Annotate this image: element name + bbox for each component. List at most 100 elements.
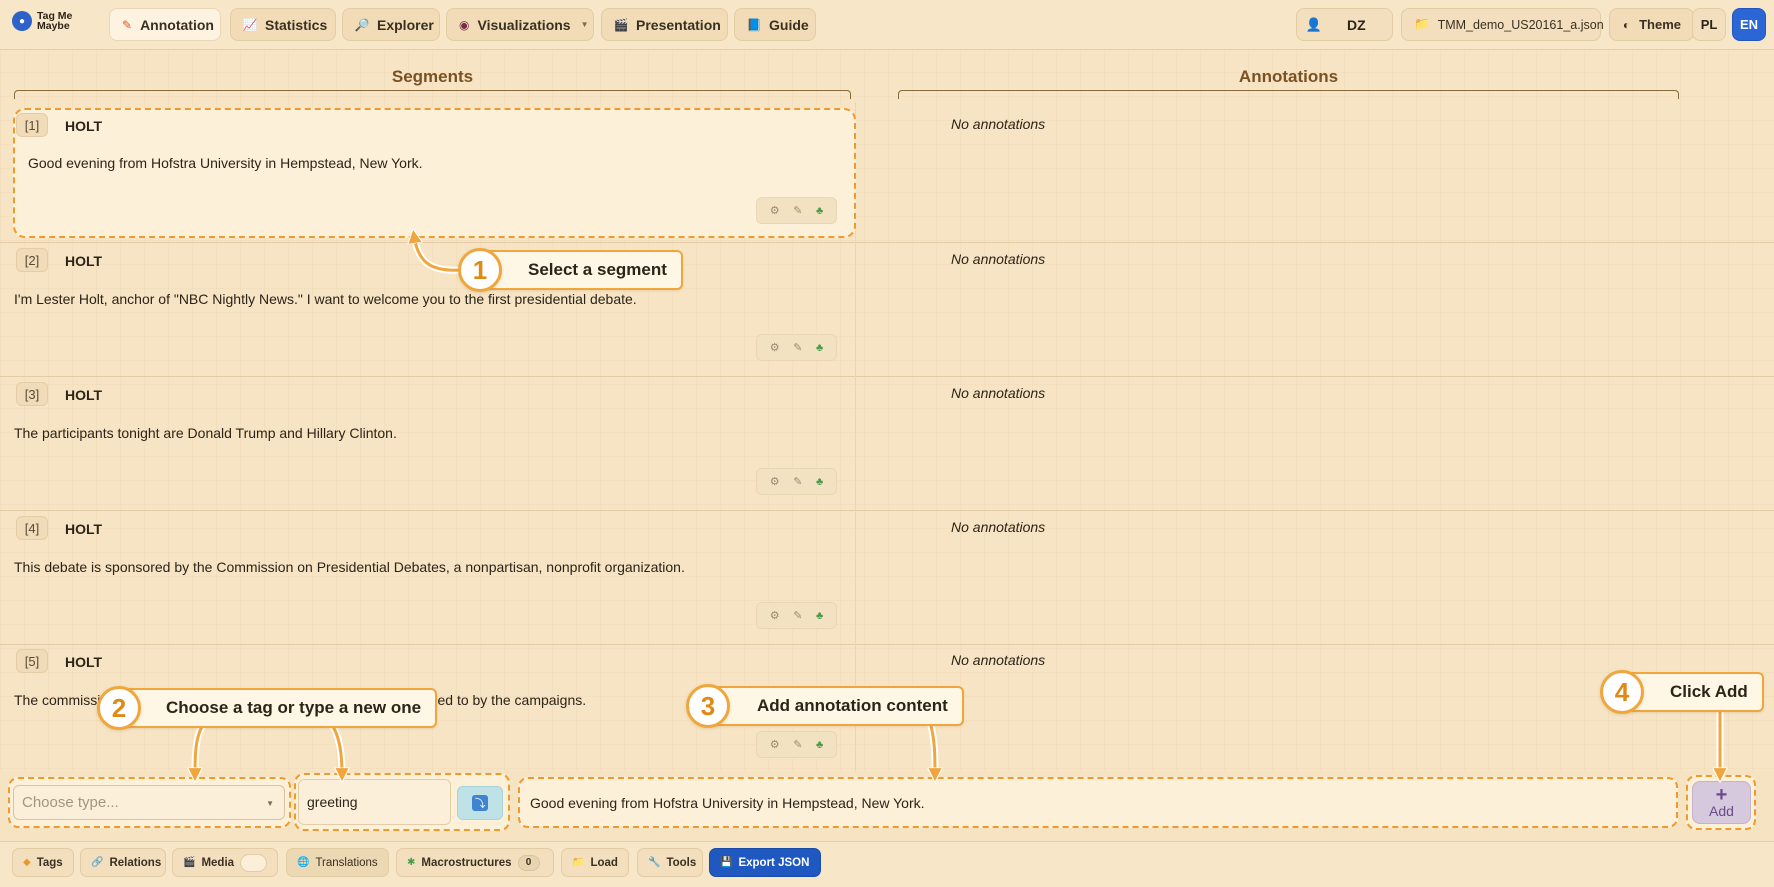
- file-name: TMM_demo_US20161_a.json: [1437, 17, 1604, 32]
- step-3-badge: 3: [686, 684, 730, 728]
- macrostructures-count: 0: [517, 854, 540, 871]
- user-menu[interactable]: 👤 DZ: [1296, 8, 1393, 41]
- no-annotations-label: No annotations: [951, 519, 1046, 535]
- gear-icon[interactable]: ⚙: [770, 475, 780, 488]
- chevron-down-icon: ▼: [266, 799, 274, 808]
- structure-icon: ✱: [407, 857, 416, 868]
- relations-label: Relations: [109, 856, 162, 869]
- segment-tools: ⚙ ✎ ♣: [756, 731, 837, 758]
- gear-icon[interactable]: ⚙: [770, 204, 780, 217]
- tools-label: Tools: [666, 856, 697, 869]
- tab-visualizations[interactable]: ◉ Visualizations ▼: [446, 8, 594, 41]
- segment-speaker: HOLT: [65, 521, 103, 537]
- chart-icon: 📈: [242, 17, 258, 32]
- tree-icon[interactable]: ♣: [816, 739, 823, 751]
- content-input[interactable]: Good evening from Hofstra University in …: [518, 777, 1678, 828]
- segment-text[interactable]: This debate is sponsored by the Commissi…: [14, 559, 685, 575]
- media-toggle[interactable]: [240, 853, 267, 872]
- gear-icon[interactable]: ⚙: [770, 738, 780, 751]
- macrostructures-button[interactable]: ✱ Macrostructures 0: [396, 848, 554, 877]
- export-json-button[interactable]: 💾 Export JSON: [709, 848, 821, 877]
- chevron-down-icon: ▼: [580, 20, 589, 29]
- enter-icon: ⤵: [472, 795, 488, 811]
- type-select[interactable]: Choose type... ▼: [13, 785, 285, 820]
- lang-en-button[interactable]: EN: [1732, 8, 1766, 41]
- segments-header: Segments: [391, 67, 474, 86]
- no-annotations-label: No annotations: [951, 385, 1046, 401]
- tab-label: Explorer: [377, 16, 434, 33]
- tag-submit-button[interactable]: ⤵: [457, 786, 503, 820]
- pencil-icon[interactable]: ✎: [793, 738, 802, 751]
- tab-label: Presentation: [636, 16, 721, 33]
- tab-label: Annotation: [140, 16, 214, 33]
- macrostructures-label: Macrostructures: [421, 856, 512, 869]
- relations-button[interactable]: 🔗 Relations: [80, 848, 166, 877]
- theme-toggle[interactable]: ◐ Theme: [1609, 8, 1694, 41]
- tree-icon[interactable]: ♣: [816, 342, 823, 354]
- segment-text[interactable]: The commissi: [14, 692, 100, 708]
- book-icon: 📘: [746, 17, 762, 32]
- globe-icon: 🌐: [297, 857, 310, 868]
- tag-input-value: greeting: [307, 794, 358, 810]
- tags-button[interactable]: ◆ Tags: [12, 848, 74, 877]
- segment-tools: ⚙ ✎ ♣: [756, 602, 837, 629]
- step-2-badge: 2: [97, 686, 141, 730]
- gear-icon[interactable]: ⚙: [770, 609, 780, 622]
- pencil-icon[interactable]: ✎: [793, 609, 802, 622]
- callout-step-2: Choose a tag or type a new one: [108, 688, 438, 728]
- media-button[interactable]: 🎬 Media: [172, 848, 278, 877]
- location-pin-icon: ●: [12, 11, 32, 31]
- user-initials: DZ: [1347, 16, 1366, 33]
- wrench-icon: 🔧: [648, 857, 661, 868]
- selected-segment-highlight[interactable]: [13, 108, 856, 238]
- tab-guide[interactable]: 📘 Guide: [734, 8, 816, 41]
- pencil-icon[interactable]: ✎: [793, 341, 802, 354]
- file-picker[interactable]: 📁 TMM_demo_US20161_a.json: [1401, 8, 1604, 41]
- add-button[interactable]: + Add: [1692, 781, 1751, 824]
- lang-pl-button[interactable]: PL: [1692, 8, 1726, 41]
- app-logo[interactable]: ● Tag Me Maybe: [12, 11, 87, 31]
- tree-icon[interactable]: ♣: [816, 205, 823, 217]
- content-input-value: Good evening from Hofstra University in …: [530, 794, 925, 811]
- arrow-step-2a: [195, 720, 207, 775]
- tab-presentation[interactable]: 🎬 Presentation: [601, 8, 728, 41]
- segment-text[interactable]: I'm Lester Holt, anchor of "NBC Nightly …: [14, 291, 637, 307]
- tag-input[interactable]: greeting: [298, 779, 451, 825]
- save-icon: 💾: [720, 857, 733, 868]
- no-annotations-label: No annotations: [951, 652, 1046, 668]
- segment-speaker: HOLT: [65, 253, 103, 269]
- tab-label: Visualizations: [477, 16, 571, 33]
- callout-label: Choose a tag or type a new one: [166, 698, 422, 717]
- tree-icon[interactable]: ♣: [816, 610, 823, 622]
- tools-button[interactable]: 🔧 Tools: [637, 848, 703, 877]
- segment-speaker: HOLT: [65, 118, 103, 134]
- row-divider: [0, 510, 1774, 511]
- callout-label: Add annotation content: [757, 696, 948, 715]
- segment-text[interactable]: The participants tonight are Donald Trum…: [14, 425, 397, 441]
- row-divider: [0, 242, 1774, 243]
- tab-explorer[interactable]: 🔎 Explorer: [342, 8, 440, 41]
- pencil-icon[interactable]: ✎: [793, 475, 802, 488]
- pencil-icon: ✎: [122, 17, 133, 32]
- segment-number: [2]: [16, 248, 48, 272]
- segment-number: [5]: [16, 649, 48, 673]
- half-circle-icon: ◐: [1622, 17, 1631, 32]
- segment-text[interactable]: Good evening from Hofstra University in …: [28, 155, 423, 171]
- tab-annotation[interactable]: ✎ Annotation: [109, 8, 221, 41]
- tab-statistics[interactable]: 📈 Statistics: [230, 8, 336, 41]
- no-annotations-label: No annotations: [951, 116, 1046, 132]
- segment-tools: ⚙ ✎ ♣: [756, 197, 837, 224]
- pencil-icon[interactable]: ✎: [793, 204, 802, 217]
- segment-number: [3]: [16, 382, 48, 406]
- tree-icon[interactable]: ♣: [816, 476, 823, 488]
- film-icon: 🎬: [183, 857, 196, 868]
- folder-icon: 📁: [572, 857, 585, 868]
- annotations-header: Annotations: [1238, 67, 1339, 86]
- clapper-icon: 🎬: [613, 17, 629, 32]
- type-select-placeholder: Choose type...: [22, 794, 119, 811]
- load-button[interactable]: 📁 Load: [561, 848, 629, 877]
- translations-button[interactable]: 🌐 Translations: [286, 848, 389, 877]
- plus-icon: +: [1715, 783, 1728, 806]
- user-icon: 👤: [1305, 16, 1323, 32]
- gear-icon[interactable]: ⚙: [770, 341, 780, 354]
